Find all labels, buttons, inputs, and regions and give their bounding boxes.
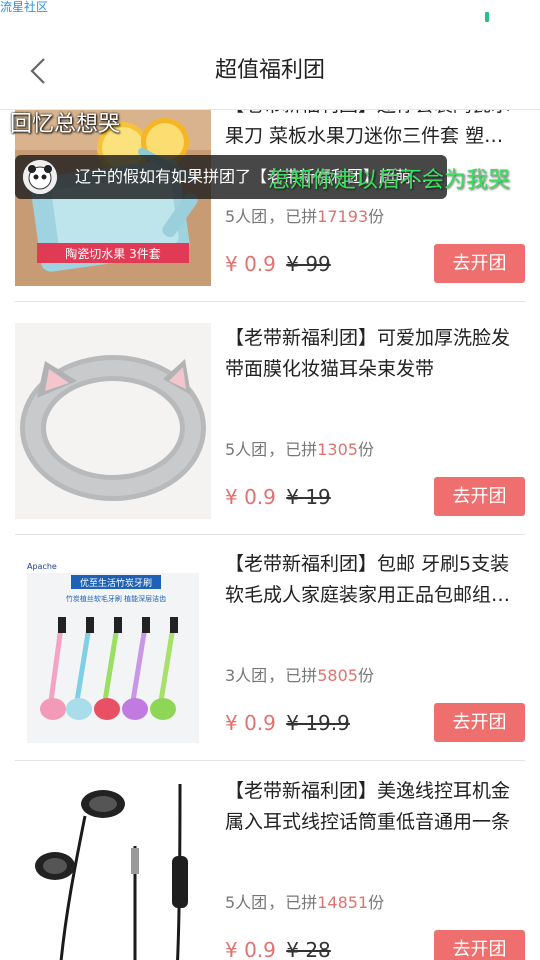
group-price: ¥ 0.9 [225, 252, 276, 276]
group-meta: 5人团，已拼14851份 [225, 893, 385, 912]
start-group-button[interactable]: 去开团 [434, 930, 525, 960]
group-size: 5人团 [225, 440, 268, 459]
group-price: ¥ 0.9 [225, 485, 276, 509]
joined-label: 已拼 [285, 440, 318, 459]
group-size: 5人团 [225, 207, 268, 226]
group-meta: 3人团，已拼5805份 [225, 666, 374, 685]
joined-count: 17193 [317, 207, 369, 226]
page: 流星社区 超值福利团 陶瓷切水果 3件套 果刀 菜板水果刀迷你三件套 塑… 5人… [0, 0, 540, 960]
danmaku-text: 怎知你走以后不会为我哭 [268, 168, 511, 193]
unit-label: 份 [368, 893, 385, 912]
product-title[interactable]: 【老带新福利团】迷你套装陶瓷水果刀 菜板水果刀迷你三件套 塑… [225, 110, 525, 152]
original-price: ¥ 19.9 [286, 711, 350, 735]
joined-label: 已拼 [285, 893, 318, 912]
original-price: ¥ 19 [286, 485, 331, 509]
group-size: 5人团 [225, 893, 268, 912]
unit-label: 份 [357, 666, 374, 685]
image-label: 优至生活竹炭牙刷 [80, 577, 152, 589]
joined-count: 5805 [317, 666, 358, 685]
start-group-button[interactable]: 去开团 [434, 477, 525, 516]
joined-count: 1305 [317, 440, 358, 459]
price: ¥ 0.9 ¥ 19.9 [225, 709, 350, 737]
price: ¥ 0.9 ¥ 99 [225, 250, 331, 278]
start-group-button[interactable]: 去开团 [434, 703, 525, 742]
product-item[interactable]: Apache 优至生活竹炭牙刷 竹炭植丝软毛牙刷 植能深层洁齿 【老带新福利团】… [0, 535, 540, 761]
product-item[interactable]: 【老带新福利团】美逸线控耳机金属入耳式线控话筒重低音通用一条 5人团，已拼148… [0, 762, 540, 960]
unit-label: 份 [368, 207, 385, 226]
image-caption: 竹炭植丝软毛牙刷 植能深层洁齿 [66, 594, 166, 603]
joined-label: 已拼 [285, 207, 318, 226]
product-item[interactable]: 【老带新福利团】可爱加厚洗脸发带面膜化妆猫耳朵束发带 5人团，已拼1305份 ¥… [0, 309, 540, 535]
lyric-overlay-text: 回忆总想哭 [10, 112, 121, 137]
product-item[interactable]: 陶瓷切水果 3件套 【老带新福利团】迷你套装陶瓷水果刀 菜板水果刀迷你三件套 塑… [0, 110, 540, 302]
joined-label: 已拼 [285, 666, 318, 685]
group-size: 3人团 [225, 666, 268, 685]
product-list[interactable]: 陶瓷切水果 3件套 【老带新福利团】迷你套装陶瓷水果刀 菜板水果刀迷你三件套 塑… [0, 110, 540, 960]
nav-bar: 超值福利团 [0, 28, 540, 110]
status-bar: 流星社区 [0, 0, 540, 28]
product-title[interactable]: 【老带新福利团】包邮 牙刷5支装软毛成人家庭装家用正品包邮组… [225, 549, 525, 611]
price: ¥ 0.9 ¥ 28 [225, 936, 331, 960]
group-meta: 5人团，已拼17193份 [225, 207, 385, 226]
product-title[interactable]: 【老带新福利团】美逸线控耳机金属入耳式线控话筒重低音通用一条 [225, 776, 525, 838]
page-title: 超值福利团 [214, 58, 325, 83]
cat-ear-headband-image [15, 323, 211, 519]
carrier-label: 流星社区 [0, 0, 49, 14]
joined-count: 14851 [317, 893, 369, 912]
price: ¥ 0.9 ¥ 19 [225, 483, 331, 511]
image-brand: Apache [27, 562, 57, 571]
earphones-image [15, 776, 211, 960]
group-price: ¥ 0.9 [225, 711, 276, 735]
image-label: 陶瓷切水果 3件套 [65, 246, 160, 261]
toothbrush-set-image: Apache 优至生活竹炭牙刷 竹炭植丝软毛牙刷 植能深层洁齿 [15, 549, 211, 745]
group-price: ¥ 0.9 [225, 938, 276, 960]
group-meta: 5人团，已拼1305份 [225, 440, 374, 459]
signal-icon [485, 12, 489, 22]
original-price: ¥ 28 [286, 938, 331, 960]
start-group-button[interactable]: 去开团 [434, 244, 525, 283]
product-title[interactable]: 【老带新福利团】可爱加厚洗脸发带面膜化妆猫耳朵束发带 [225, 323, 525, 385]
unit-label: 份 [357, 440, 374, 459]
avatar [23, 160, 57, 194]
original-price: ¥ 99 [286, 252, 331, 276]
